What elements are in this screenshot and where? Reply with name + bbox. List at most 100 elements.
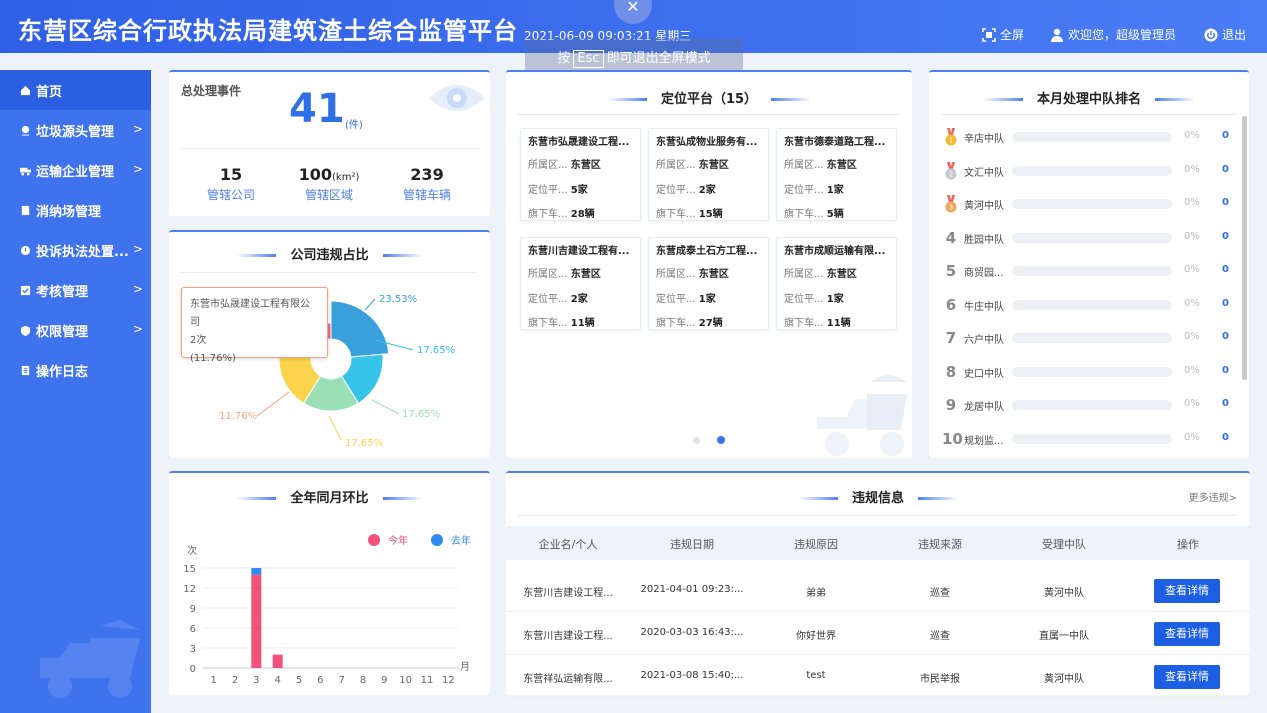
ranking-row: 3 黄河中队 0% 0	[942, 194, 1238, 214]
pie-slice[interactable]	[330, 300, 390, 358]
more-violations-link[interactable]: 更多违规>	[1189, 489, 1237, 504]
progress-bar	[1012, 232, 1172, 243]
legend-label: 今年	[388, 534, 408, 547]
x-tick-label: 6	[317, 675, 323, 686]
team-name: 规划监...	[964, 435, 1004, 447]
vehicle-value: 11辆	[570, 318, 595, 329]
stat-2: 239 管辖车辆	[377, 165, 477, 203]
ranking-scrollbar[interactable]	[1242, 116, 1247, 380]
ranking-title: 本月处理中队排名	[1036, 92, 1141, 107]
divider	[518, 114, 900, 115]
vehicle-value: 15辆	[698, 209, 723, 220]
stat-0: 15 管辖公司	[181, 165, 281, 203]
sidebar-item-3[interactable]: 消纳场管理	[0, 190, 151, 230]
yearly-bar-chart[interactable]: 今年 去年次151296301 2 3 4 5 6 7 8 9 10 11 12月	[169, 523, 490, 695]
sidebar-item-0[interactable]: 首页	[0, 70, 151, 110]
pie-leader-line	[256, 391, 290, 417]
stat-number: 15	[219, 165, 243, 184]
pie-tooltip: 东营市弘晟建设工程有限公司 2次 (11.76%)	[181, 287, 328, 364]
view-detail-button[interactable]: 查看详情	[1154, 622, 1220, 646]
column-header: 受理中队	[1042, 538, 1086, 551]
location-title-row: 定位平台（15）	[506, 88, 912, 107]
point-value: 2家	[570, 294, 588, 305]
bar-去年[interactable]	[251, 568, 262, 575]
point-value: 1家	[698, 294, 716, 305]
yearly-compare-card: 全年同月环比 今年 去年次 15 12 9 6 3 0 1 2 3 4 5 6 7 8 9 10 11 12 月	[169, 471, 490, 695]
bar-今年[interactable]	[272, 654, 283, 668]
pie-label: 23.53%	[379, 294, 417, 305]
progress-bar	[1012, 366, 1172, 377]
carousel-dot-2[interactable]	[717, 436, 725, 444]
carousel-dot-1[interactable]	[693, 437, 700, 444]
team-count: 0	[1222, 297, 1229, 309]
chevron-right-icon: >	[132, 242, 143, 256]
point-label: 定位平...	[528, 294, 568, 305]
logout-button[interactable]: 退出	[1204, 26, 1246, 43]
company-card[interactable]: 东营川吉建设工程有... 所属区... 东营区 定位平... 2家 旗下车... 11…	[520, 237, 641, 330]
table-cell: 弟弟	[806, 588, 826, 599]
bar-今年[interactable]	[251, 574, 262, 668]
company-point: 定位平... 1家	[784, 290, 844, 305]
column-header: 违规原因	[794, 538, 838, 551]
table-cell: 你好世界	[796, 631, 836, 642]
stat-label: 管辖公司	[206, 188, 255, 202]
x-tick-label: 5	[296, 675, 302, 686]
sidebar-item-label: 运输企业管理	[36, 164, 115, 180]
sidebar-item-2[interactable]: 运输企业管理 >	[0, 150, 151, 190]
progress-bar	[1012, 433, 1172, 444]
company-card[interactable]: 东营弘成物业服务有... 所属区... 东营区 定位平... 2家 旗下车... 15…	[648, 128, 769, 221]
y-tick-label: 9	[190, 604, 196, 615]
fullscreen-button[interactable]: 全屏	[982, 26, 1024, 43]
legend-dot[interactable]	[368, 534, 380, 546]
sidebar-item-1[interactable]: 垃圾源头管理 >	[0, 110, 151, 150]
table-cell: 2020-03-03 16:43:...	[640, 627, 744, 638]
view-detail-button[interactable]: 查看详情	[1154, 665, 1220, 689]
legend-dot[interactable]	[431, 534, 443, 546]
company-card[interactable]: 东营市德泰道路工程... 所属区... 东营区 定位平... 1家 旗下车... 5辆	[776, 128, 897, 221]
team-count: 0	[1222, 431, 1229, 443]
point-label: 定位平...	[656, 185, 696, 196]
violation-table-header: 企业名/个人 违规日期 违规原因 违规来源 受理中队 操作	[506, 526, 1250, 560]
x-tick-label: 2	[232, 675, 238, 686]
progress-bar	[1012, 266, 1172, 276]
progress-bar	[1012, 132, 1172, 142]
esc-hint-prefix: 按	[557, 51, 571, 66]
ranking-row: 9 龙居中队 0% 0	[942, 395, 1238, 415]
team-name: 黄河中队	[964, 201, 1004, 212]
team-name: 六户中队	[964, 335, 1004, 346]
area-label: 所属区...	[656, 269, 696, 280]
column-header: 企业名/个人	[538, 538, 598, 551]
table-cell: 市民举报	[920, 674, 960, 685]
user-icon	[1051, 28, 1063, 42]
x-tick-label: 9	[381, 675, 387, 686]
x-tick-label: 10	[399, 675, 412, 686]
stat-value: 100(km²)	[279, 165, 379, 184]
team-pct: 0%	[1184, 398, 1200, 409]
view-detail-button[interactable]: 查看详情	[1154, 579, 1220, 603]
company-name: 东营川吉建设工程有...	[528, 246, 630, 257]
company-vehicle: 旗下车... 11辆	[784, 314, 851, 329]
company-point: 定位平... 2家	[656, 181, 716, 196]
company-card[interactable]: 东营市成顺运输有限... 所属区... 东营区 定位平... 1家 旗下车... 11…	[776, 237, 897, 330]
violation-title-row: 违规信息	[506, 487, 1250, 506]
point-value: 5家	[570, 185, 588, 196]
sidebar-item-5[interactable]: 考核管理 >	[0, 270, 151, 310]
sidebar-item-6[interactable]: 权限管理 >	[0, 310, 151, 350]
rank-number: 10	[942, 429, 963, 448]
company-card[interactable]: 东营成泰土石方工程... 所属区... 东营区 定位平... 1家 旗下车... 27…	[648, 237, 769, 330]
area-label: 所属区...	[656, 160, 696, 171]
sidebar-item-7[interactable]: 操作日志	[0, 350, 151, 390]
total-events-label: 总处理事件	[181, 84, 242, 98]
company-card[interactable]: 东营市弘晟建设工程... 所属区... 东营区 定位平... 5家 旗下车... 28…	[520, 128, 641, 221]
legend-label: 去年	[451, 534, 471, 547]
team-name: 史口中队	[964, 368, 1004, 380]
team-count: 0	[1222, 264, 1229, 275]
company-area: 所属区... 东营区	[656, 265, 729, 280]
y-tick-label: 6	[190, 624, 196, 635]
point-value: 1家	[826, 294, 844, 305]
sidebar-item-4[interactable]: 投诉执法处置... >	[0, 230, 151, 270]
column-header: 违规来源	[918, 538, 962, 551]
area-label: 所属区...	[784, 160, 824, 171]
user-menu[interactable]: 欢迎您，超级管理员	[1050, 26, 1176, 43]
truck-icon	[20, 167, 31, 176]
